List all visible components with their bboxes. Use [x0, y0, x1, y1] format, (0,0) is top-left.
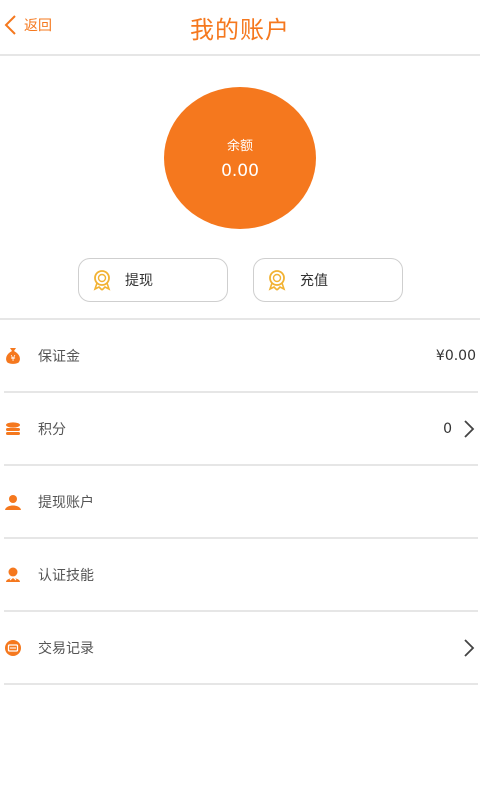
chevron-right-icon	[464, 419, 475, 438]
list-item-label: 积分	[38, 421, 66, 438]
list-item-label: 保证金	[38, 348, 80, 365]
coin-stack-icon	[6, 421, 20, 435]
certified-user-icon	[6, 567, 20, 582]
withdraw-button[interactable]: 提现	[78, 258, 228, 302]
person-icon	[5, 494, 21, 510]
medal-icon	[93, 270, 111, 291]
list-item-label: 认证技能	[38, 567, 94, 584]
recharge-button[interactable]: 充值	[253, 258, 403, 302]
record-icon	[5, 639, 21, 656]
account-list: ¥ 保证金 ¥0.00 积分 0 提现账户 认证技能 交易记录	[0, 320, 480, 685]
list-item-withdraw-account[interactable]: 提现账户	[4, 466, 478, 539]
balance-value: 0.00	[221, 161, 259, 181]
chevron-right-icon	[464, 638, 475, 657]
balance-label: 余额	[226, 139, 253, 154]
svg-text:¥: ¥	[10, 354, 15, 363]
withdraw-label: 提现	[125, 273, 153, 289]
list-item-label: 提现账户	[38, 494, 94, 511]
page-title: 我的账户	[190, 16, 290, 44]
points-value: 0	[443, 420, 452, 437]
list-item-label: 交易记录	[38, 640, 94, 657]
medal-icon	[268, 270, 286, 291]
list-item-deposit[interactable]: ¥ 保证金 ¥0.00	[4, 320, 478, 393]
deposit-value: ¥0.00	[435, 347, 476, 364]
list-item-points[interactable]: 积分 0	[4, 393, 478, 466]
balance-circle: 余额 0.00	[164, 87, 316, 229]
list-item-transactions[interactable]: 交易记录	[4, 612, 478, 685]
money-bag-icon: ¥	[6, 347, 20, 364]
list-item-certified-skills[interactable]: 认证技能	[4, 539, 478, 612]
header: 返回 我的账户	[0, 0, 480, 56]
recharge-label: 充值	[300, 273, 328, 289]
